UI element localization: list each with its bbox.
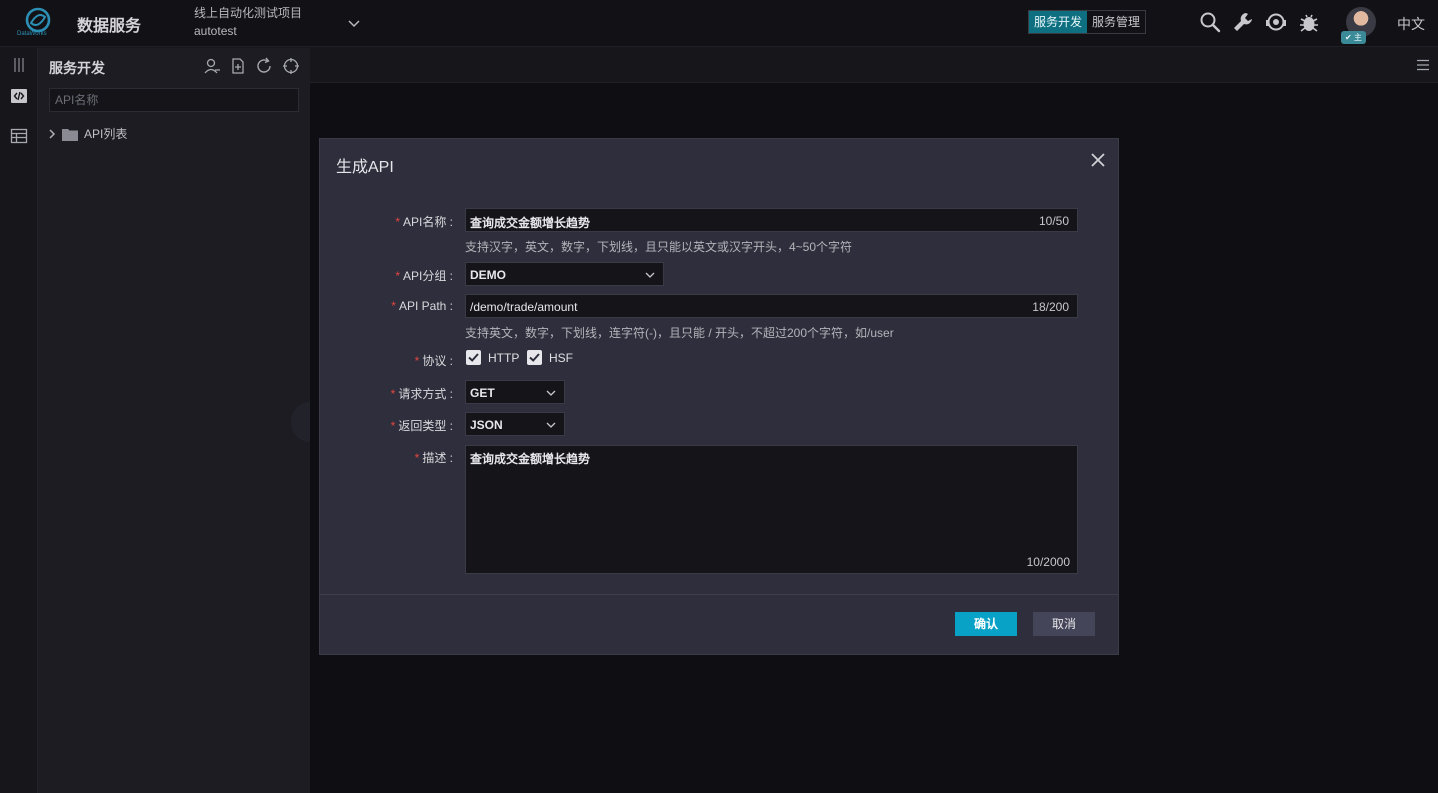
left-rail (0, 48, 38, 793)
return-type-value: JSON (470, 418, 503, 432)
http-label: HTTP (488, 351, 520, 365)
table-icon[interactable] (10, 127, 28, 145)
panel-title: 服务开发 (49, 60, 105, 76)
close-icon[interactable] (1090, 152, 1106, 168)
method-label: * 请求方式 : (390, 387, 453, 401)
chevron-down-icon (645, 272, 655, 278)
api-path-label: * API Path : (391, 299, 453, 313)
hsf-checkbox[interactable] (527, 350, 542, 365)
api-path-input[interactable]: /demo/trade/amount 18/200 (465, 294, 1078, 318)
refresh-icon[interactable] (255, 57, 273, 75)
language-switch[interactable]: 中文 (1397, 14, 1425, 34)
hsf-label: HSF (549, 351, 573, 365)
code-icon[interactable] (10, 87, 28, 105)
owner-badge: ✔ 主 (1341, 31, 1366, 44)
api-name-label: * API名称 : (395, 215, 453, 229)
api-name-help: 支持汉字，英文，数字，下划线，且只能以英文或汉字开头，4~50个字符 (465, 240, 853, 254)
tree-item-label: API列表 (84, 127, 128, 141)
description-textarea[interactable]: 查询成交金额增长趋势 10/2000 (465, 445, 1078, 574)
chevron-down-icon (546, 390, 556, 396)
method-select[interactable]: GET (465, 380, 565, 404)
user-icon[interactable] (203, 57, 221, 75)
folder-icon (62, 128, 78, 141)
bug-icon[interactable] (1298, 11, 1320, 33)
api-path-value: /demo/trade/amount (470, 300, 578, 314)
api-path-counter: 18/200 (1032, 300, 1069, 314)
dialog-divider (320, 594, 1118, 595)
api-group-value: DEMO (470, 268, 506, 282)
app-title: 数据服务 (77, 18, 142, 35)
project-id: autotest (194, 24, 237, 38)
description-value: 查询成交金额增长趋势 (470, 452, 591, 466)
api-name-value: 查询成交金额增长趋势 (470, 216, 591, 230)
locate-icon[interactable] (282, 57, 300, 75)
tab-service-dev[interactable]: 服务开发 (1029, 11, 1088, 33)
logo-text: DataWorks (17, 31, 47, 37)
dataworks-logo[interactable] (18, 5, 58, 43)
api-name-input[interactable]: 查询成交金额增长趋势 10/50 (465, 208, 1078, 232)
api-name-counter: 10/50 (1038, 214, 1069, 228)
chevron-down-icon[interactable] (347, 16, 361, 30)
dialog-title: 生成API (336, 159, 394, 176)
tab-service-manage[interactable]: 服务管理 (1087, 11, 1145, 33)
wrench-icon[interactable] (1232, 11, 1254, 33)
menu-icon[interactable] (1416, 58, 1430, 72)
tree-item-api-list[interactable]: API列表 (48, 125, 127, 142)
confirm-button[interactable]: 确认 (955, 612, 1017, 636)
return-type-select[interactable]: JSON (465, 412, 565, 436)
chevron-right-icon[interactable] (48, 128, 56, 139)
return-type-label: * 返回类型 : (390, 419, 453, 433)
api-path-help: 支持英文，数字，下划线，连字符(-)，且只能 / 开头，不超过200个字符，如/… (465, 326, 894, 340)
collapse-menu-icon[interactable] (10, 56, 28, 74)
generate-api-dialog: 生成API * API名称 : 查询成交金额增长趋势 10/50 支持汉字，英文，… (319, 138, 1119, 655)
api-group-select[interactable]: DEMO (465, 262, 664, 286)
description-counter: 10/2000 (1026, 555, 1070, 569)
top-bar: DataWorks 数据服务 线上自动化测试项目 autotest 服务开发 服… (0, 0, 1438, 47)
http-checkbox[interactable] (466, 350, 481, 365)
mode-switch: 服务开发 服务管理 (1028, 10, 1147, 34)
protocol-label: * 协议 : (414, 354, 453, 368)
method-value: GET (470, 386, 495, 400)
search-icon[interactable] (1199, 11, 1221, 33)
project-name: 线上自动化测试项目 (194, 6, 303, 20)
cancel-button[interactable]: 取消 (1033, 612, 1095, 636)
support-icon[interactable] (1265, 11, 1287, 33)
api-search-input[interactable] (49, 88, 299, 112)
api-group-label: * API分组 : (395, 269, 453, 283)
project-selector[interactable]: 线上自动化测试项目 autotest (194, 4, 302, 40)
new-file-icon[interactable] (229, 57, 247, 75)
chevron-down-icon (546, 422, 556, 428)
description-label: * 描述 : (414, 451, 453, 465)
main-tab-bar (310, 48, 1438, 83)
service-dev-panel: 服务开发 API列表 (38, 48, 310, 793)
